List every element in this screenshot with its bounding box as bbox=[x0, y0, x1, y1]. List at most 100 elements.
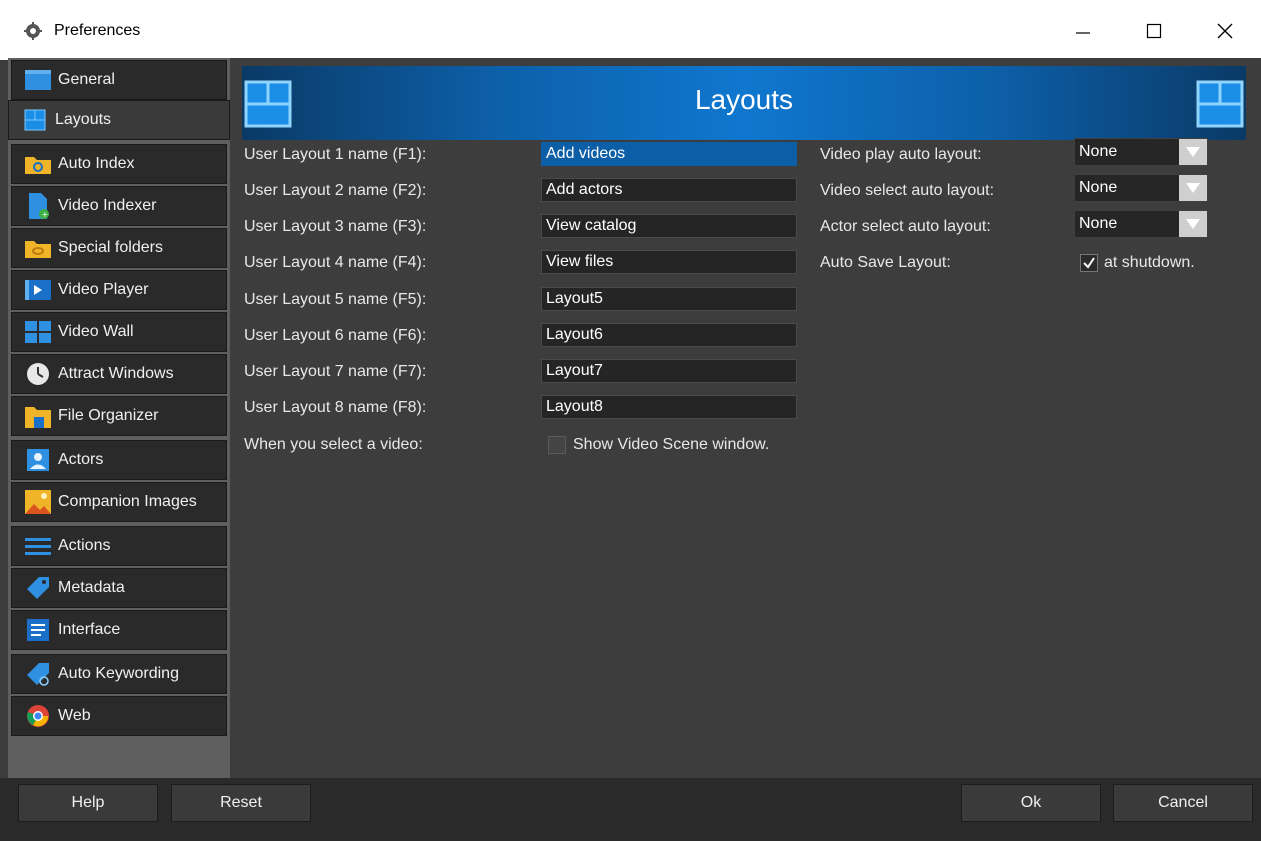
clock-icon bbox=[24, 360, 52, 388]
auto-save-layout-label: Auto Save Layout: bbox=[820, 254, 951, 271]
video-play-auto-layout-select[interactable]: None bbox=[1074, 138, 1208, 166]
video-select-auto-layout-select[interactable]: None bbox=[1074, 174, 1208, 202]
layout-7-label: User Layout 7 name (F7): bbox=[244, 363, 427, 380]
title-bar[interactable]: Preferences bbox=[0, 0, 1261, 60]
layout-8-name-input[interactable] bbox=[541, 395, 797, 419]
sidebar-item-special-folders[interactable]: Special folders bbox=[11, 228, 227, 268]
layouts-icon bbox=[21, 106, 49, 134]
sidebar-item-label: Layouts bbox=[55, 111, 112, 128]
page-title: Layouts bbox=[694, 84, 794, 115]
sidebar-item-label: Companion Images bbox=[58, 493, 197, 510]
main-panel: Layouts User Layout 1 name (F1): User La… bbox=[230, 58, 1261, 778]
layout-4-label: User Layout 4 name (F4): bbox=[244, 254, 427, 271]
show-video-scene-label: Show Video Scene window. bbox=[573, 436, 770, 453]
auto-save-checkbox[interactable] bbox=[1080, 254, 1098, 272]
layout-3-label: User Layout 3 name (F3): bbox=[244, 218, 427, 235]
sidebar-item-auto-keywording[interactable]: Auto Keywording bbox=[11, 654, 227, 694]
auto-save-option-label: at shutdown. bbox=[1104, 254, 1195, 271]
image-icon bbox=[24, 488, 52, 516]
file-organizer-icon bbox=[24, 402, 52, 430]
footer-bar: Help Reset Ok Cancel bbox=[0, 778, 1261, 841]
sidebar-item-video-wall[interactable]: Video Wall bbox=[11, 312, 227, 352]
layout-7-name-input[interactable] bbox=[541, 359, 797, 383]
layout-1-name-input[interactable] bbox=[541, 142, 797, 166]
minimize-button[interactable] bbox=[1060, 8, 1106, 54]
sidebar-item-companion-images[interactable]: Companion Images bbox=[11, 482, 227, 522]
layouts-icon bbox=[1196, 80, 1244, 128]
gear-icon bbox=[24, 22, 42, 40]
check-icon bbox=[1083, 257, 1095, 269]
video-select-auto-layout-label: Video select auto layout: bbox=[820, 182, 995, 199]
sidebar-item-label: Video Player bbox=[58, 281, 149, 298]
sidebar-item-label: General bbox=[58, 71, 115, 88]
video-wall-icon bbox=[24, 318, 52, 346]
sidebar-item-label: Attract Windows bbox=[58, 365, 174, 382]
layout-6-label: User Layout 6 name (F6): bbox=[244, 327, 427, 344]
layout-3-name-input[interactable] bbox=[541, 214, 797, 238]
layout-4-name-input[interactable] bbox=[541, 250, 797, 274]
actor-select-auto-layout-label: Actor select auto layout: bbox=[820, 218, 991, 235]
sidebar-item-interface[interactable]: Interface bbox=[11, 610, 227, 650]
sidebar-item-general[interactable]: General bbox=[11, 60, 227, 100]
interface-icon bbox=[24, 616, 52, 644]
window-title: Preferences bbox=[54, 22, 141, 39]
sidebar-item-file-organizer[interactable]: File Organizer bbox=[11, 396, 227, 436]
dropdown-value: None bbox=[1079, 143, 1118, 160]
sidebar-item-label: Special folders bbox=[58, 239, 163, 256]
chevron-down-icon bbox=[1179, 175, 1207, 201]
list-lines-icon bbox=[24, 532, 52, 560]
svg-text:+: + bbox=[42, 210, 49, 219]
dropdown-value: None bbox=[1079, 215, 1118, 232]
chevron-down-icon bbox=[1179, 139, 1207, 165]
help-button[interactable]: Help bbox=[18, 784, 158, 822]
sidebar-item-actions[interactable]: Actions bbox=[11, 526, 227, 566]
sidebar-item-label: Metadata bbox=[58, 579, 125, 596]
sidebar-item-label: Auto Index bbox=[58, 155, 135, 172]
sidebar-item-label: Web bbox=[58, 707, 91, 724]
reset-button[interactable]: Reset bbox=[171, 784, 311, 822]
tag-icon bbox=[24, 574, 52, 602]
sidebar: General Layouts Auto Index + Video Index… bbox=[8, 58, 230, 778]
video-play-auto-layout-label: Video play auto layout: bbox=[820, 146, 982, 163]
actor-select-auto-layout-select[interactable]: None bbox=[1074, 210, 1208, 238]
chevron-down-icon bbox=[1179, 211, 1207, 237]
sidebar-item-layouts[interactable]: Layouts bbox=[8, 100, 230, 140]
header-banner: Layouts bbox=[242, 66, 1246, 140]
folder-refresh-icon bbox=[24, 150, 52, 178]
ok-button[interactable]: Ok bbox=[961, 784, 1101, 822]
layout-5-name-input[interactable] bbox=[541, 287, 797, 311]
sidebar-item-attract-windows[interactable]: Attract Windows bbox=[11, 354, 227, 394]
sidebar-item-label: Actions bbox=[58, 537, 111, 554]
video-player-icon bbox=[24, 276, 52, 304]
sidebar-item-label: Video Indexer bbox=[58, 197, 157, 214]
sidebar-item-label: File Organizer bbox=[58, 407, 159, 424]
sidebar-item-auto-index[interactable]: Auto Index bbox=[11, 144, 227, 184]
sidebar-item-label: Actors bbox=[58, 451, 104, 468]
sidebar-item-label: Video Wall bbox=[58, 323, 134, 340]
layout-5-label: User Layout 5 name (F5): bbox=[244, 291, 427, 308]
file-add-icon: + bbox=[24, 192, 52, 220]
preferences-window: Preferences General Layouts Auto Index +… bbox=[0, 0, 1261, 841]
person-icon bbox=[24, 446, 52, 474]
sidebar-item-web[interactable]: Web bbox=[11, 696, 227, 736]
maximize-icon bbox=[1146, 23, 1162, 39]
maximize-button[interactable] bbox=[1131, 8, 1177, 54]
layout-2-name-input[interactable] bbox=[541, 178, 797, 202]
sidebar-item-video-player[interactable]: Video Player bbox=[11, 270, 227, 310]
sidebar-item-metadata[interactable]: Metadata bbox=[11, 568, 227, 608]
folder-link-icon bbox=[24, 234, 52, 262]
tag-refresh-icon bbox=[24, 660, 52, 688]
close-icon bbox=[1217, 23, 1233, 39]
layout-2-label: User Layout 2 name (F2): bbox=[244, 182, 427, 199]
close-button[interactable] bbox=[1202, 8, 1248, 54]
sidebar-item-actors[interactable]: Actors bbox=[11, 440, 227, 480]
cancel-button[interactable]: Cancel bbox=[1113, 784, 1253, 822]
sidebar-item-video-indexer[interactable]: + Video Indexer bbox=[11, 186, 227, 226]
select-video-label: When you select a video: bbox=[244, 436, 423, 453]
layout-1-label: User Layout 1 name (F1): bbox=[244, 146, 427, 163]
sidebar-item-label: Auto Keywording bbox=[58, 665, 179, 682]
layout-6-name-input[interactable] bbox=[541, 323, 797, 347]
general-window-icon bbox=[24, 66, 52, 94]
show-video-scene-checkbox[interactable] bbox=[548, 436, 566, 454]
dropdown-value: None bbox=[1079, 179, 1118, 196]
